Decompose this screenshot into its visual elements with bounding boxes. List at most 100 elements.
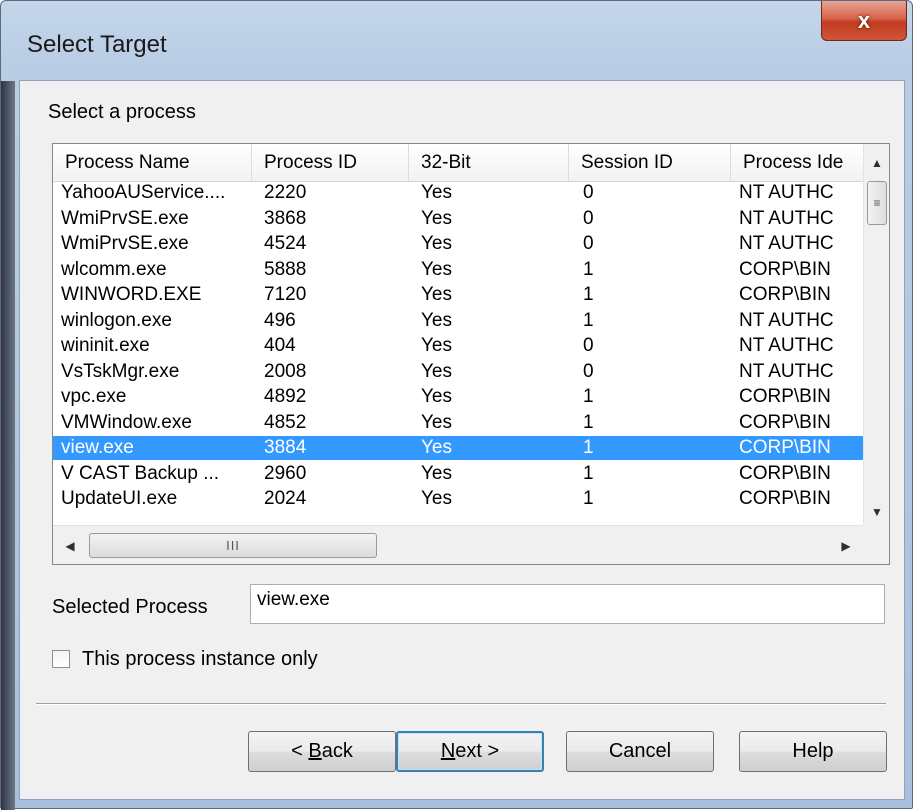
cell-session-id: 0 <box>583 360 594 382</box>
cell-session-id: 1 <box>583 309 594 331</box>
cell-32-bit: Yes <box>421 360 452 382</box>
vertical-scrollbar[interactable]: ▲ ≡ ▼ <box>863 144 889 525</box>
cell-process-name: UpdateUI.exe <box>61 488 178 509</box>
column-header-process-identity[interactable]: Process Ide <box>731 144 863 181</box>
scroll-right-button[interactable]: ▶ <box>833 526 859 564</box>
cell-process-name: view.exe <box>61 437 134 458</box>
table-row[interactable]: wlcomm.exe 5888 Yes 1 CORP\BIN <box>53 258 863 282</box>
cell-32-bit: Yes <box>421 462 452 484</box>
column-header-process-id[interactable]: Process ID <box>252 144 409 181</box>
table-row[interactable]: vpc.exe 4892 Yes 1 CORP\BIN <box>53 385 863 409</box>
cell-process-identity: CORP\BIN <box>739 284 831 305</box>
cell-32-bit: Yes <box>421 182 452 203</box>
close-button[interactable]: x <box>821 1 907 41</box>
table-row[interactable]: WmiPrvSE.exe 4524 Yes 0 NT AUTHC <box>53 232 863 256</box>
cell-session-id: 1 <box>583 258 594 280</box>
cell-process-name: vpc.exe <box>61 386 127 407</box>
cell-process-identity: CORP\BIN <box>739 462 831 484</box>
cell-process-id: 496 <box>264 309 296 331</box>
window-title: Select Target <box>27 31 167 58</box>
cell-process-name: YahooAUService.... <box>61 182 226 203</box>
process-list[interactable]: Process Name Process ID 32-Bit Session I… <box>52 143 890 565</box>
cell-process-id: 404 <box>264 335 296 356</box>
back-label-accel: B <box>308 740 322 762</box>
scroll-up-button[interactable]: ▲ <box>864 150 889 176</box>
column-header-32-bit[interactable]: 32-Bit <box>409 144 569 181</box>
cell-process-identity: NT AUTHC <box>739 360 834 382</box>
scrollbar-corner <box>863 525 889 564</box>
instance-only-checkbox[interactable] <box>52 650 70 668</box>
table-row[interactable]: wininit.exe 404 Yes 0 NT AUTHC <box>53 334 863 358</box>
cell-process-id: 5888 <box>264 258 307 280</box>
list-header: Process Name Process ID 32-Bit Session I… <box>53 144 863 182</box>
instance-only-checkbox-row[interactable]: This process instance only <box>52 647 318 671</box>
grip-icon: ≡ <box>873 196 881 210</box>
table-row[interactable]: view.exe 3884 Yes 1 CORP\BIN <box>53 436 863 460</box>
arrow-left-icon: ◀ <box>65 538 75 553</box>
cell-process-name: WmiPrvSE.exe <box>61 207 189 229</box>
cell-process-identity: CORP\BIN <box>739 411 831 433</box>
scroll-left-button[interactable]: ◀ <box>57 526 83 564</box>
cell-session-id: 1 <box>583 284 594 305</box>
cell-process-name: winlogon.exe <box>61 309 172 331</box>
cell-process-identity: CORP\BIN <box>739 386 831 407</box>
cell-process-identity: NT AUTHC <box>739 233 834 254</box>
table-row[interactable]: winlogon.exe 496 Yes 1 NT AUTHC <box>53 309 863 333</box>
arrow-up-icon: ▲ <box>871 156 883 170</box>
back-button[interactable]: < Back <box>248 731 396 772</box>
cell-32-bit: Yes <box>421 258 452 280</box>
divider <box>36 703 886 705</box>
cell-32-bit: Yes <box>421 437 452 458</box>
selected-process-label: Selected Process <box>52 596 208 618</box>
cell-process-identity: NT AUTHC <box>739 335 834 356</box>
cell-process-name: wininit.exe <box>61 335 150 356</box>
column-header-session-id[interactable]: Session ID <box>569 144 731 181</box>
next-label-rest: ext > <box>455 740 500 762</box>
horizontal-scroll-thumb[interactable]: III <box>89 533 377 558</box>
table-row[interactable]: YahooAUService.... 2220 Yes 0 NT AUTHC <box>53 181 863 205</box>
cell-session-id: 0 <box>583 207 594 229</box>
table-row[interactable]: VMWindow.exe 4852 Yes 1 CORP\BIN <box>53 411 863 435</box>
cancel-button[interactable]: Cancel <box>566 731 714 772</box>
cell-32-bit: Yes <box>421 386 452 407</box>
help-label: Help <box>792 740 834 762</box>
cell-process-id: 4852 <box>264 411 307 433</box>
cell-process-id: 2220 <box>264 182 307 203</box>
cell-32-bit: Yes <box>421 207 452 229</box>
cell-process-id: 2024 <box>264 488 307 509</box>
cell-32-bit: Yes <box>421 233 452 254</box>
scroll-down-button[interactable]: ▼ <box>864 499 889 525</box>
column-header-process-name[interactable]: Process Name <box>53 144 252 181</box>
cell-32-bit: Yes <box>421 411 452 433</box>
list-rows: YahooAUService.... 2220 Yes 0 NT AUTHC WmiPrv… <box>53 181 863 525</box>
cell-process-name: VMWindow.exe <box>61 411 192 433</box>
selected-process-field[interactable] <box>250 584 885 624</box>
close-icon: x <box>857 7 871 33</box>
table-row[interactable]: UpdateUI.exe 2024 Yes 1 CORP\BIN <box>53 487 863 511</box>
cell-process-name: WmiPrvSE.exe <box>61 233 189 254</box>
table-row[interactable]: WINWORD.EXE 7120 Yes 1 CORP\BIN <box>53 283 863 307</box>
help-button[interactable]: Help <box>739 731 887 772</box>
vertical-scroll-thumb[interactable]: ≡ <box>867 181 887 225</box>
cell-process-identity: CORP\BIN <box>739 258 831 280</box>
cell-process-identity: NT AUTHC <box>739 207 834 229</box>
title-bar[interactable]: Select Target x <box>1 1 913 81</box>
cell-process-name: wlcomm.exe <box>61 258 167 280</box>
cell-process-id: 7120 <box>264 284 307 305</box>
table-row[interactable]: V CAST Backup ... 2960 Yes 1 CORP\BIN <box>53 462 863 486</box>
cell-32-bit: Yes <box>421 309 452 331</box>
arrow-down-icon: ▼ <box>871 505 883 519</box>
cell-session-id: 1 <box>583 386 594 407</box>
cancel-label: Cancel <box>608 740 672 762</box>
back-label-rest: ack <box>321 740 353 762</box>
table-row[interactable]: VsTskMgr.exe 2008 Yes 0 NT AUTHC <box>53 360 863 384</box>
cell-process-identity: NT AUTHC <box>739 182 834 203</box>
horizontal-scrollbar[interactable]: ◀ III ▶ <box>53 525 863 564</box>
cell-session-id: 1 <box>583 437 594 458</box>
table-row[interactable]: WmiPrvSE.exe 3868 Yes 0 NT AUTHC <box>53 207 863 231</box>
window-shadow-edge <box>1 81 15 810</box>
cell-session-id: 1 <box>583 411 594 433</box>
next-button[interactable]: Next > <box>396 731 544 772</box>
next-label-accel: N <box>440 740 456 762</box>
cell-process-id: 4892 <box>264 386 307 407</box>
